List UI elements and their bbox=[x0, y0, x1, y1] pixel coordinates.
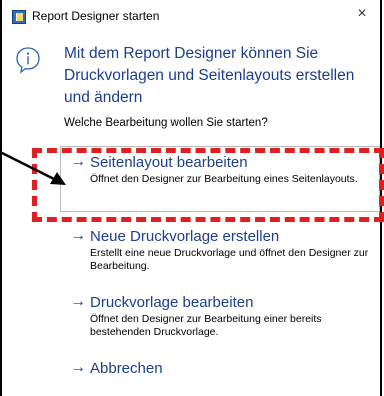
pointer-arrow-annotation bbox=[0, 150, 66, 185]
